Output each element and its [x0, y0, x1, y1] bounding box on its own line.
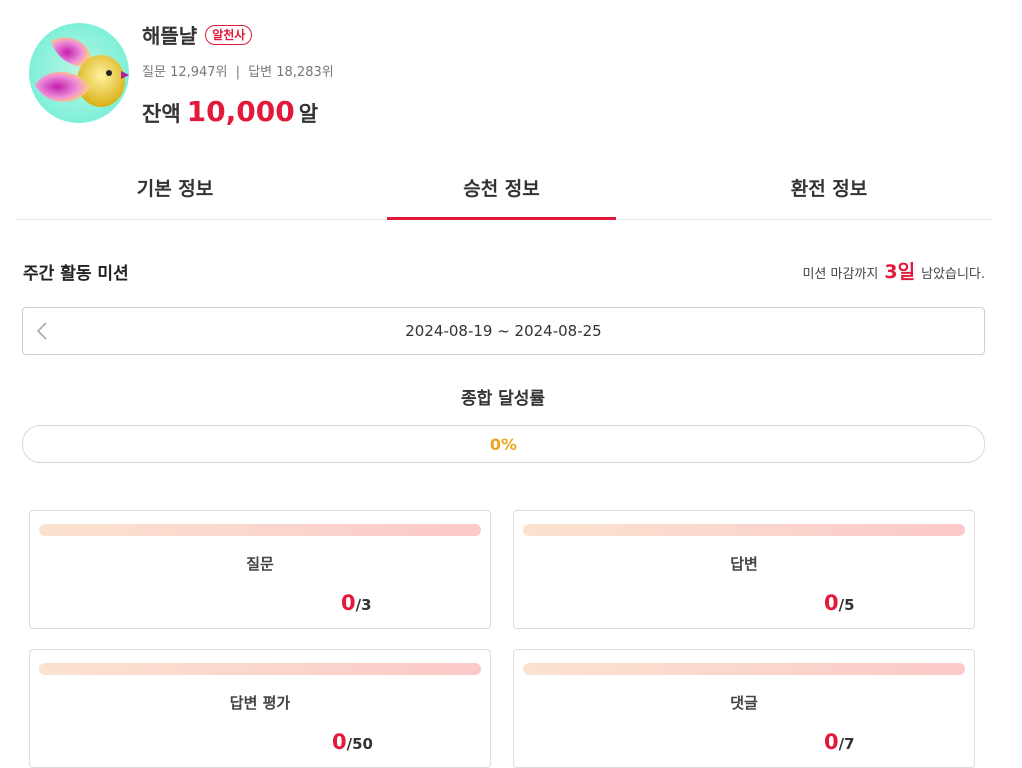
- rank-badge: 알천사: [205, 24, 253, 45]
- balance-amount: 10,000: [186, 95, 295, 128]
- chevron-left-icon[interactable]: [33, 320, 51, 342]
- balance: 잔액 10,000 알: [142, 95, 318, 128]
- name-row: 해뜰냘 알천사: [142, 20, 253, 49]
- mission-current: 0: [824, 591, 839, 615]
- mission-current: 0: [341, 591, 356, 615]
- mission-title: 주간 활동 미션: [23, 264, 129, 284]
- progress-bar: [39, 663, 481, 675]
- answer-rank-label: 답변: [248, 65, 273, 80]
- mission-card-comment: 댓글 0/7: [513, 649, 975, 768]
- mission-count: 0/3: [341, 591, 372, 615]
- mission-card-answer-rating: 답변 평가 0/50: [29, 649, 491, 768]
- mission-card-title: 답변 평가: [229, 694, 291, 712]
- deadline-days: 3일: [884, 261, 916, 283]
- overall-rate-value: 0%: [489, 434, 518, 454]
- mission-target: /3: [355, 596, 372, 614]
- deadline-suffix: 남았습니다.: [921, 267, 985, 282]
- mission-target: /5: [838, 596, 855, 614]
- rank-summary: 질문 12,947위 | 답변 18,283위: [142, 61, 334, 80]
- mission-target: /50: [346, 735, 373, 753]
- question-rank-label: 질문: [142, 65, 166, 80]
- bird-avatar-icon: [29, 23, 129, 123]
- tab-exchange-info[interactable]: 환전 정보: [670, 155, 988, 219]
- nickname: 해뜰냘: [142, 24, 198, 48]
- mission-count: 0/7: [824, 730, 855, 754]
- rank-separator: |: [235, 65, 241, 80]
- progress-bar: [523, 663, 965, 675]
- balance-label: 잔액: [142, 102, 181, 126]
- tab-basic-info[interactable]: 기본 정보: [16, 155, 334, 219]
- mission-target: /7: [838, 735, 855, 753]
- question-rank: 12,947위: [170, 65, 228, 80]
- week-selector: 2024-08-19 ~ 2024-08-25: [22, 307, 985, 355]
- deadline-prefix: 미션 마감까지: [802, 267, 879, 282]
- overall-progress-bar: 0%: [22, 425, 985, 463]
- balance-unit: 알: [298, 102, 319, 126]
- mission-count: 0/5: [824, 591, 855, 615]
- mission-deadline: 미션 마감까지 3일 남았습니다.: [802, 257, 985, 284]
- mission-count: 0/50: [332, 730, 373, 754]
- mission-card-title: 댓글: [730, 694, 758, 712]
- mission-current: 0: [824, 730, 839, 754]
- answer-rank: 18,283위: [276, 65, 334, 80]
- mission-current: 0: [332, 730, 347, 754]
- mission-card-answer: 답변 0/5: [513, 510, 975, 629]
- tab-bar: 기본 정보 승천 정보 환전 정보: [16, 155, 992, 220]
- date-range: 2024-08-19 ~ 2024-08-25: [405, 322, 602, 340]
- mission-card-title: 답변: [730, 555, 758, 573]
- progress-bar: [523, 524, 965, 536]
- tab-ascension-info[interactable]: 승천 정보: [387, 155, 616, 220]
- overall-rate-title: 종합 달성률: [460, 389, 546, 409]
- progress-bar: [39, 524, 481, 536]
- mission-card-question: 질문 0/3: [29, 510, 491, 629]
- mission-card-title: 질문: [246, 555, 274, 573]
